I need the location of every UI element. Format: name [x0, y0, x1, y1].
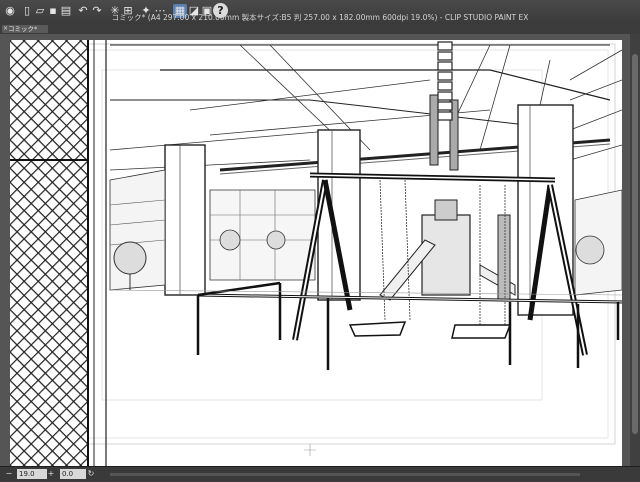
zoom-field[interactable]: 19.0	[17, 469, 47, 479]
vertical-scrollbar[interactable]	[630, 34, 640, 466]
canvas-area[interactable]	[0, 34, 640, 466]
navigator-track[interactable]	[110, 473, 580, 476]
line-art-drawing	[10, 40, 622, 466]
rotation-field[interactable]: 0.0	[60, 469, 86, 479]
close-tab-icon[interactable]: ×	[3, 25, 8, 33]
tab-label: コミック*	[8, 25, 38, 33]
rotate-icon[interactable]: ↻	[86, 469, 96, 479]
zoom-in-icon[interactable]: +	[46, 469, 56, 479]
status-bar: − 19.0 + 0.0 ↻	[0, 466, 640, 482]
title-bar: ◉ ▯ ▱ ▪ ▤ ↶ ↷ ✳ ⊞ ✦ ⋯ ▦ ◪ ▣ ? コミック* (A4 …	[0, 0, 640, 25]
fence-mesh	[10, 40, 88, 466]
window-title: コミック* (A4 297.00 x 210.00mm 製本サイズ:B5 判 2…	[111, 13, 529, 22]
tab-comic-document[interactable]: × コミック*	[2, 25, 48, 33]
scroll-thumb[interactable]	[632, 54, 638, 434]
manga-page-canvas[interactable]	[10, 40, 622, 466]
zoom-out-icon[interactable]: −	[4, 469, 14, 479]
